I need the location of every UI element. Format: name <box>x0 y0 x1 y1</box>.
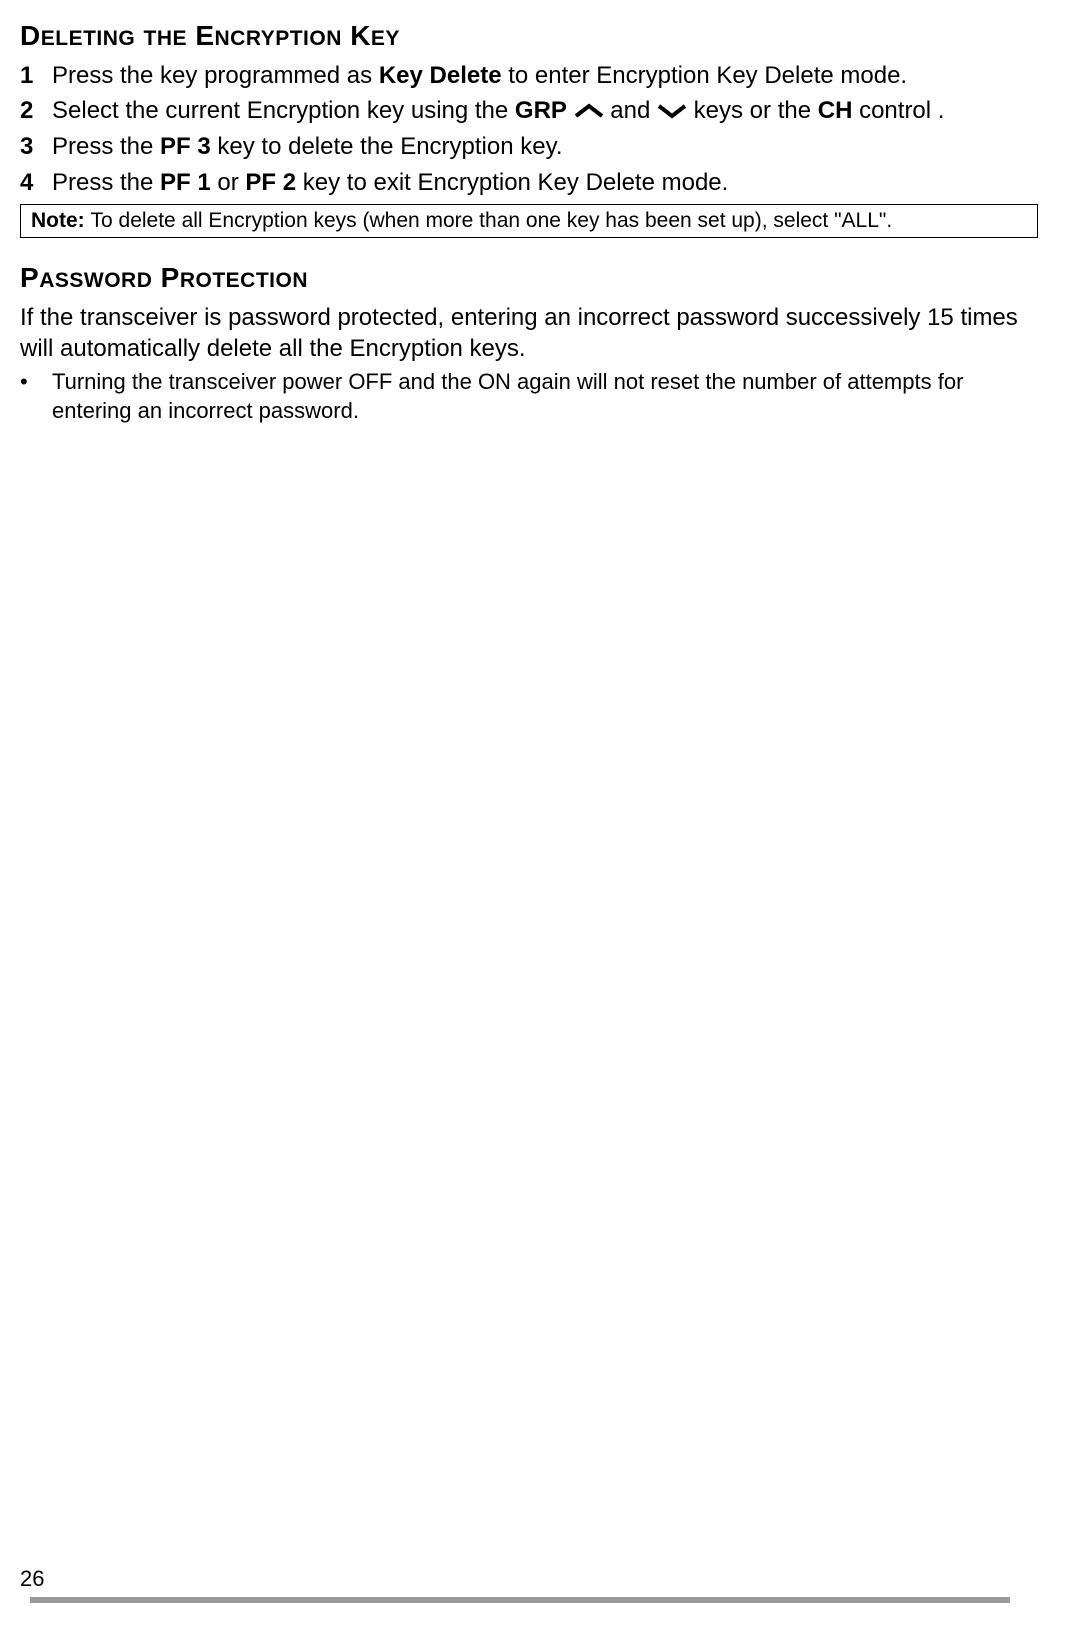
step-number: 2 <box>20 95 52 127</box>
list-item: 2Select the current Encryption key using… <box>20 95 1038 127</box>
body-paragraph: If the transceiver is password protected… <box>20 302 1038 364</box>
step-text: Select the current Encryption key using … <box>52 97 515 124</box>
page-footer: 26 <box>20 1566 1038 1610</box>
page-number: 26 <box>20 1566 44 1592</box>
step-text-bold: PF 1 <box>160 169 211 196</box>
chevron-down-icon <box>657 96 687 127</box>
heading-rest: ELETING <box>41 27 136 50</box>
note-text: To delete all Encryption keys (when more… <box>91 209 893 232</box>
section-heading-deleting: DELETING THE ENCRYPTION KEY <box>20 20 1038 52</box>
list-item: 4Press the PF 1 or PF 2 key to exit Encr… <box>20 167 1038 198</box>
step-number: 3 <box>20 131 52 162</box>
list-item: 1Press the key programmed as Key Delete … <box>20 60 1038 91</box>
step-text: or <box>211 169 246 196</box>
heading-char: P <box>161 262 180 293</box>
heading-rest: EY <box>371 27 400 50</box>
step-text <box>567 97 574 124</box>
step-text-bold: GRP <box>515 97 567 124</box>
step-content: Press the key programmed as Key Delete t… <box>52 60 1038 91</box>
note-box: Note: To delete all Encryption keys (whe… <box>20 204 1038 238</box>
list-item: 3Press the PF 3 key to delete the Encryp… <box>20 131 1038 162</box>
step-text: to enter Encryption Key Delete mode. <box>502 62 908 89</box>
heading-char: P <box>20 262 39 293</box>
step-text: and <box>604 97 657 124</box>
step-text: Press the key programmed as <box>52 62 379 89</box>
step-text: Press the <box>52 133 160 160</box>
step-number: 1 <box>20 60 52 91</box>
step-text: key to delete the Encryption key. <box>211 133 563 160</box>
heading-char: E <box>195 20 214 51</box>
chevron-up-icon <box>574 96 604 127</box>
heading-char: K <box>350 20 371 51</box>
step-text-bold: PF 2 <box>245 169 296 196</box>
bullet-marker: • <box>20 368 52 425</box>
note-label: Note: <box>31 209 91 232</box>
footer-line <box>30 1592 1010 1610</box>
heading-rest: ASSWORD <box>39 269 152 292</box>
heading-char: D <box>20 20 41 51</box>
step-number: 4 <box>20 167 52 198</box>
bullet-item: • Turning the transceiver power OFF and … <box>20 368 1038 425</box>
step-text-bold: PF 3 <box>160 133 211 160</box>
step-content: Press the PF 3 key to delete the Encrypt… <box>52 131 1038 162</box>
bullet-text: Turning the transceiver power OFF and th… <box>52 368 1038 425</box>
step-content: Press the PF 1 or PF 2 key to exit Encry… <box>52 167 1038 198</box>
section-heading-password: PASSWORD PROTECTION <box>20 262 1038 294</box>
step-content: Select the current Encryption key using … <box>52 95 1038 127</box>
step-text-bold: Key Delete <box>379 62 502 89</box>
step-text: keys or the <box>687 97 818 124</box>
step-text-bold: CH <box>818 97 853 124</box>
step-text: key to exit Encryption Key Delete mode. <box>296 169 728 196</box>
heading-rest: ROTECTION <box>180 269 308 292</box>
steps-list: 1Press the key programmed as Key Delete … <box>20 60 1038 198</box>
step-text: control . <box>852 97 944 124</box>
heading-rest: NCRYPTION <box>215 27 342 50</box>
heading-rest: THE <box>144 27 188 50</box>
step-text: Press the <box>52 169 160 196</box>
